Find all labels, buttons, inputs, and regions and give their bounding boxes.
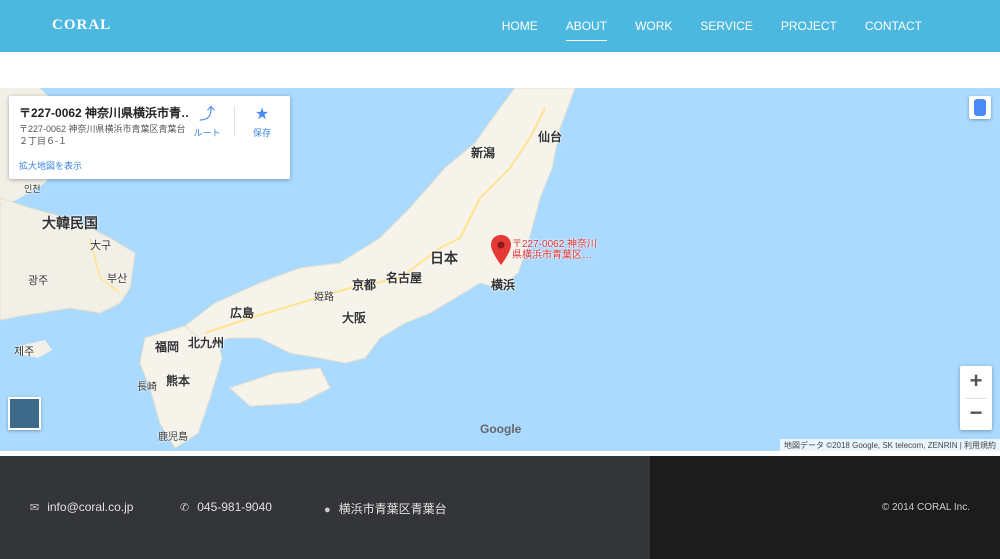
footer-location: ● 横浜市青葉区青葉台 — [324, 500, 447, 517]
place-nagasaki: 長崎 — [137, 382, 157, 393]
nav-project[interactable]: PROJECT — [781, 19, 837, 33]
place-jeju: 제주 — [14, 346, 35, 358]
place-kitakyushu: 北九州 — [188, 336, 225, 350]
place-incheon: 인천 — [24, 184, 41, 194]
place-osaka: 大阪 — [342, 311, 367, 325]
place-daegu: 大구 — [90, 240, 112, 252]
site-header: CORAL HOME ABOUT WORK SERVICE PROJECT CO… — [0, 0, 1000, 52]
route-label: ルート — [193, 128, 221, 138]
place-nagoya: 名古屋 — [386, 271, 423, 285]
copyright: © 2014 CORAL Inc. — [881, 502, 970, 513]
nav-about[interactable]: ABOUT — [565, 19, 608, 41]
mail-icon: ✉ — [30, 502, 40, 514]
save-button[interactable]: ★ 保存 — [244, 104, 280, 139]
route-button[interactable]: ⤴ ルート — [189, 104, 225, 139]
place-hiroshima: 広島 — [230, 306, 255, 320]
info-address: 〒227-0062 神奈川県横浜市青葉区青葉台２丁目６-１ — [19, 124, 186, 146]
footer-phone[interactable]: ✆ 045-981-9040 — [180, 500, 272, 514]
google-logo: Google — [480, 422, 522, 436]
google-map[interactable]: 大韓民国 大구 광주 부산 제주 인천 日本 新潟 仙台 横浜 名古屋 京都 大… — [0, 88, 1000, 451]
place-kyoto: 京都 — [352, 278, 377, 292]
place-kagoshima: 鹿児島 — [158, 432, 188, 443]
info-divider — [234, 106, 235, 136]
zoom-out-button[interactable]: − — [960, 398, 992, 430]
main-nav: HOME ABOUT WORK SERVICE PROJECT CONTACT — [502, 19, 922, 41]
nav-work[interactable]: WORK — [635, 19, 672, 33]
place-busan: 부산 — [107, 273, 128, 285]
save-label: 保存 — [252, 128, 271, 138]
place-korea: 大韓民国 — [42, 215, 98, 231]
directions-icon: ⤴ — [198, 106, 215, 123]
phone-icon: ✆ — [180, 502, 190, 514]
location-text: 横浜市青葉区青葉台 — [338, 502, 447, 516]
street-view-pegman-icon[interactable] — [969, 96, 991, 119]
phone-text: 045-981-9040 — [197, 500, 272, 514]
place-japan: 日本 — [430, 250, 458, 266]
map-info-window: 〒227-0062 神奈川県横浜市青… 〒227-0062 神奈川県横浜市青葉区… — [9, 96, 290, 179]
satellite-toggle-button[interactable] — [8, 397, 41, 430]
zoom-control: + − — [960, 366, 992, 430]
larger-map-link[interactable]: 拡大地図を表示 — [19, 159, 82, 172]
footer-email[interactable]: ✉ info@coral.co.jp — [30, 500, 133, 514]
map-credits[interactable]: 地図データ ©2018 Google, SK telecom, ZENRIN |… — [779, 439, 1000, 451]
site-logo[interactable]: CORAL — [52, 17, 111, 34]
info-title: 〒227-0062 神奈川県横浜市青… — [19, 106, 189, 120]
place-niigata: 新潟 — [471, 146, 496, 160]
zoom-in-button[interactable]: + — [960, 366, 992, 398]
nav-contact[interactable]: CONTACT — [865, 19, 922, 33]
place-himeji: 姫路 — [314, 292, 334, 303]
nav-home[interactable]: HOME — [502, 19, 538, 33]
place-sendai: 仙台 — [538, 130, 563, 144]
nav-service[interactable]: SERVICE — [700, 19, 752, 33]
place-yokohama: 横浜 — [491, 278, 516, 292]
place-gwangju: 광주 — [28, 275, 49, 287]
star-icon: ★ — [254, 106, 270, 123]
place-kumamoto: 熊本 — [166, 374, 191, 388]
map-marker-icon: ● — [324, 504, 331, 516]
email-text: info@coral.co.jp — [47, 500, 134, 514]
pin-label: 〒227-0062 神奈川県横浜市青葉区… — [512, 239, 598, 261]
place-fukuoka: 福岡 — [155, 340, 180, 354]
